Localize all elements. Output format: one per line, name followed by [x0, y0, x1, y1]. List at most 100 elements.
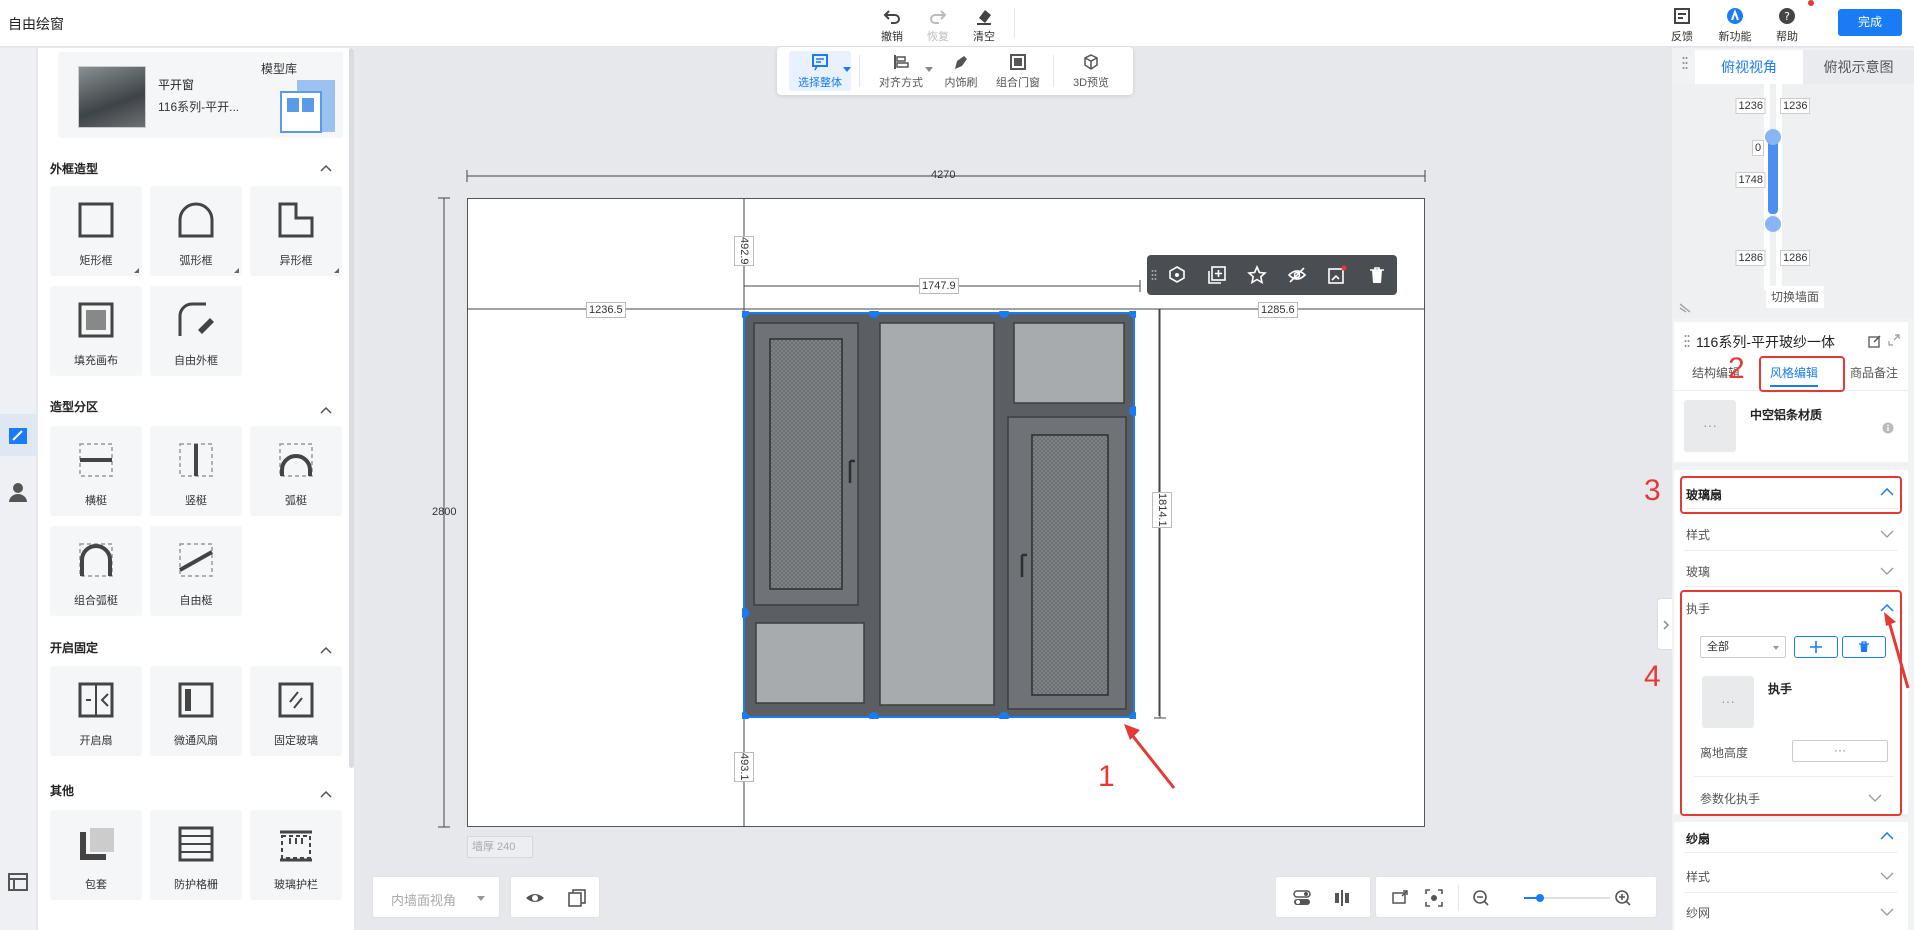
screen-mesh-label[interactable]: 纱网: [1686, 904, 1710, 921]
window-drawing[interactable]: [742, 311, 1136, 719]
tile-arc-frame[interactable]: 弧形框: [150, 186, 242, 276]
tile-fill-canvas[interactable]: 填充画布: [50, 286, 142, 376]
view-mode-label: 内墙面视角: [391, 893, 457, 908]
star-icon[interactable]: [1247, 265, 1267, 285]
zoom-out-icon[interactable]: [1472, 889, 1490, 907]
redo-icon: [930, 10, 947, 24]
panel-scrollbar[interactable]: [349, 48, 354, 768]
mini-handle-top[interactable]: [1765, 129, 1781, 145]
edit-icon[interactable]: [1868, 334, 1882, 348]
hide-eye-icon[interactable]: [1287, 265, 1307, 285]
fit-frame-icon[interactable]: [1390, 888, 1410, 908]
section-title-open-fixed: 开启固定: [50, 641, 99, 655]
dim-window-width[interactable]: 1747.9: [919, 278, 959, 294]
drag-handle-icon[interactable]: [1684, 334, 1690, 348]
dim-window-height[interactable]: 1814.1: [1152, 492, 1172, 528]
glass-label[interactable]: 玻璃: [1686, 563, 1710, 580]
delete-icon[interactable]: [1367, 265, 1387, 285]
preview-3d-button[interactable]: 3D预览: [1061, 51, 1121, 91]
current-model-card[interactable]: 平开窗 116系列-平开...: [58, 52, 264, 138]
edit-image-icon[interactable]: [1327, 265, 1347, 285]
dropdown-caret-icon[interactable]: [843, 67, 851, 72]
display-toggles: [1275, 876, 1371, 918]
tile-arc-mullion[interactable]: 弧梃: [250, 426, 342, 516]
cube-view-icon[interactable]: [1167, 265, 1187, 285]
tile-label: 弧形框: [179, 255, 213, 267]
section-title-other: 其他: [50, 784, 75, 798]
clear-button[interactable]: 清空: [962, 4, 1006, 44]
copy-layers-icon[interactable]: [567, 888, 587, 908]
combo-window-label: 组合门窗: [996, 77, 1040, 89]
collapse-icon[interactable]: [320, 164, 332, 172]
chevron-down-icon[interactable]: [1880, 872, 1894, 880]
model-library-button[interactable]: 模型库: [251, 52, 343, 138]
combo-window-button[interactable]: 组合门窗: [991, 51, 1045, 91]
view-mode-select[interactable]: 内墙面视角: [372, 876, 500, 918]
select-all-button[interactable]: 选择整体: [789, 51, 851, 91]
zoom-slider-thumb[interactable]: [1536, 894, 1544, 902]
tile-rect-frame[interactable]: 矩形框: [50, 186, 142, 276]
dim-total-width[interactable]: 4270: [929, 168, 957, 182]
tab-top-schematic[interactable]: 俯视示意图: [1803, 50, 1914, 84]
decor-brush-button[interactable]: 内饰刷: [937, 51, 985, 91]
redo-button[interactable]: 恢复: [916, 4, 960, 44]
mini-top-view[interactable]: 1236 1236 0 1748 1286 1286: [1672, 84, 1914, 318]
dropdown-caret-icon[interactable]: [925, 67, 933, 72]
chevron-down-icon[interactable]: [1880, 530, 1894, 538]
switch-wall-button[interactable]: 切换墙面: [1766, 286, 1824, 308]
toggle-icon[interactable]: [1292, 888, 1312, 908]
app-title: 自由绘窗: [8, 16, 64, 32]
user-icon[interactable]: [4, 478, 32, 506]
drag-handle-icon[interactable]: [1151, 269, 1157, 281]
dim-top-gap[interactable]: 492.9: [734, 236, 754, 266]
tab-top-view[interactable]: 俯视视角: [1695, 50, 1803, 84]
align-button[interactable]: 对齐方式: [871, 51, 931, 91]
collapse-icon[interactable]: [320, 790, 332, 798]
tile-casing[interactable]: 包套: [50, 810, 142, 900]
tile-fixed-glass[interactable]: 固定玻璃: [250, 666, 342, 756]
tile-irregular-frame[interactable]: 异形框: [250, 186, 342, 276]
expand-icon[interactable]: [1888, 334, 1900, 346]
collapse-icon[interactable]: [320, 406, 332, 414]
panel-collapse-handle[interactable]: [1657, 598, 1673, 650]
divider: [1684, 586, 1898, 587]
undo-button[interactable]: 撤销: [870, 4, 914, 44]
tile-glass-railing[interactable]: 玻璃护栏: [250, 810, 342, 900]
glass-sash-style-label[interactable]: 样式: [1686, 526, 1710, 543]
tile-vent-sash[interactable]: 微通风扇: [150, 666, 242, 756]
mini-handle-bottom[interactable]: [1765, 216, 1781, 232]
mirror-icon[interactable]: [1332, 888, 1352, 908]
layers-icon[interactable]: [4, 868, 32, 896]
new-features-button[interactable]: 新功能: [1710, 4, 1760, 44]
chevron-down-icon[interactable]: [1880, 567, 1894, 575]
resize-grip-icon[interactable]: [1678, 302, 1692, 314]
dim-right-gap[interactable]: 1285.6: [1258, 302, 1298, 318]
material-thumbnail[interactable]: ···: [1684, 400, 1736, 452]
chevron-down-icon[interactable]: [1880, 908, 1894, 916]
dim-left-gap[interactable]: 1236.5: [586, 302, 626, 318]
tile-opening-sash[interactable]: 开启扇: [50, 666, 142, 756]
dim-total-height[interactable]: 2800: [430, 505, 458, 519]
tile-vertical-mullion[interactable]: 竖梃: [150, 426, 242, 516]
done-button[interactable]: 完成: [1838, 9, 1902, 36]
help-button[interactable]: ? 帮助: [1762, 4, 1812, 44]
draw-window-icon[interactable]: [4, 422, 32, 450]
drag-handle-icon[interactable]: [1682, 56, 1688, 70]
screen-sash-style-label[interactable]: 样式: [1686, 868, 1710, 885]
decor-brush-label: 内饰刷: [944, 77, 978, 89]
tab-product-notes[interactable]: 商品备注: [1850, 364, 1898, 381]
copy-add-icon[interactable]: [1207, 265, 1227, 285]
collapse-icon[interactable]: [320, 646, 332, 654]
focus-icon[interactable]: [1424, 888, 1444, 908]
tile-combo-arc-mullion[interactable]: 组合弧梃: [50, 526, 142, 616]
info-icon[interactable]: [1882, 422, 1894, 434]
feedback-button[interactable]: 反馈: [1660, 4, 1704, 44]
tile-security-grille[interactable]: 防护格栅: [150, 810, 242, 900]
tile-free-mullion[interactable]: 自由梃: [150, 526, 242, 616]
zoom-in-icon[interactable]: [1614, 889, 1632, 907]
eye-icon[interactable]: [525, 888, 545, 908]
tile-horizontal-mullion[interactable]: 横梃: [50, 426, 142, 516]
tile-free-frame[interactable]: 自由外框: [150, 286, 242, 376]
dim-bottom-gap[interactable]: 493.1: [734, 752, 754, 782]
chevron-up-icon[interactable]: [1880, 832, 1894, 840]
